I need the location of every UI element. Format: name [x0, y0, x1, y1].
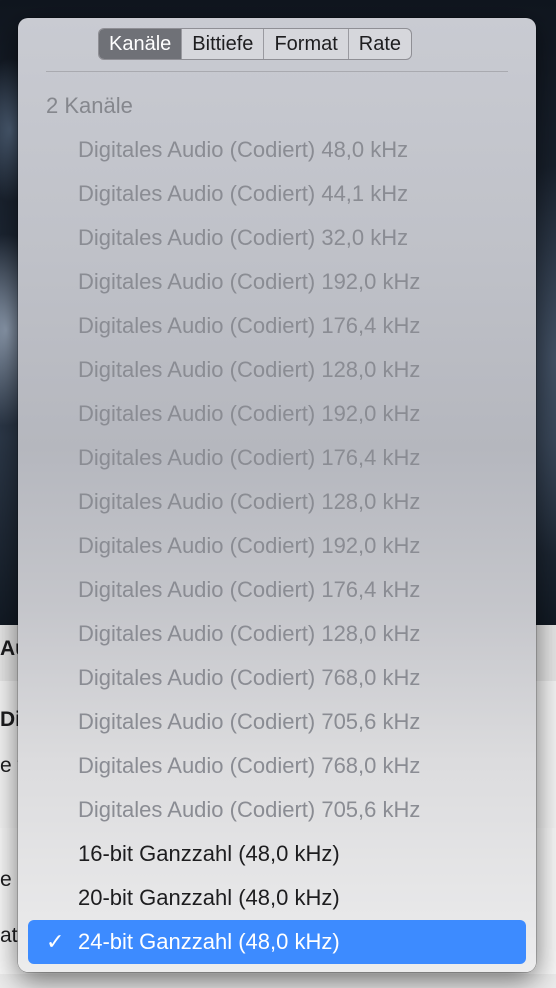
format-list: 2 Kanäle Digitales Audio (Codiert) 48,0 … [18, 84, 536, 964]
tab-format[interactable]: Format [263, 29, 347, 59]
menu-item-digital-audio: Digitales Audio (Codiert) 128,0 kHz [78, 489, 421, 514]
menu-separator [46, 71, 508, 72]
menu-item-digital-audio: Digitales Audio (Codiert) 768,0 kHz [78, 665, 421, 690]
checkmark-icon: ✓ [46, 929, 65, 954]
menu-item-label: 24-bit Ganzzahl (48,0 kHz) [78, 929, 340, 954]
menu-item-digital-audio: Digitales Audio (Codiert) 176,4 kHz [78, 445, 421, 470]
tab-kanaele[interactable]: Kanäle [99, 29, 182, 59]
menu-item-digital-audio: Digitales Audio (Codiert) 128,0 kHz [78, 357, 421, 382]
menu-item-20-bit[interactable]: 20-bit Ganzzahl (48,0 kHz) [18, 876, 536, 920]
tab-bittiefe[interactable]: Bittiefe [181, 29, 263, 59]
menu-item-16-bit[interactable]: 16-bit Ganzzahl (48,0 kHz) [18, 832, 536, 876]
menu-item-digital-audio: Digitales Audio (Codiert) 176,4 kHz [78, 313, 421, 338]
menu-item-digital-audio: Digitales Audio (Codiert) 705,6 kHz [78, 709, 421, 734]
menu-item-digital-audio: Digitales Audio (Codiert) 192,0 kHz [78, 269, 421, 294]
format-popup-menu: Kanäle Bittiefe Format Rate 2 Kanäle Dig… [18, 18, 536, 972]
tab-rate[interactable]: Rate [347, 29, 411, 59]
menu-item-digital-audio: Digitales Audio (Codiert) 44,1 kHz [78, 181, 409, 206]
menu-item-digital-audio: Digitales Audio (Codiert) 705,6 kHz [78, 797, 421, 822]
section-header-channels: 2 Kanäle [46, 93, 133, 118]
menu-item-digital-audio: Digitales Audio (Codiert) 192,0 kHz [78, 533, 421, 558]
menu-item-digital-audio: Digitales Audio (Codiert) 128,0 kHz [78, 621, 421, 646]
filter-segmented-control: Kanäle Bittiefe Format Rate [98, 28, 413, 60]
menu-item-24-bit-selected[interactable]: ✓ 24-bit Ganzzahl (48,0 kHz) [28, 920, 526, 964]
menu-item-digital-audio: Digitales Audio (Codiert) 48,0 kHz [78, 137, 409, 162]
menu-item-digital-audio: Digitales Audio (Codiert) 32,0 kHz [78, 225, 409, 250]
menu-item-digital-audio: Digitales Audio (Codiert) 176,4 kHz [78, 577, 421, 602]
menu-item-digital-audio: Digitales Audio (Codiert) 192,0 kHz [78, 401, 421, 426]
menu-item-digital-audio: Digitales Audio (Codiert) 768,0 kHz [78, 753, 421, 778]
